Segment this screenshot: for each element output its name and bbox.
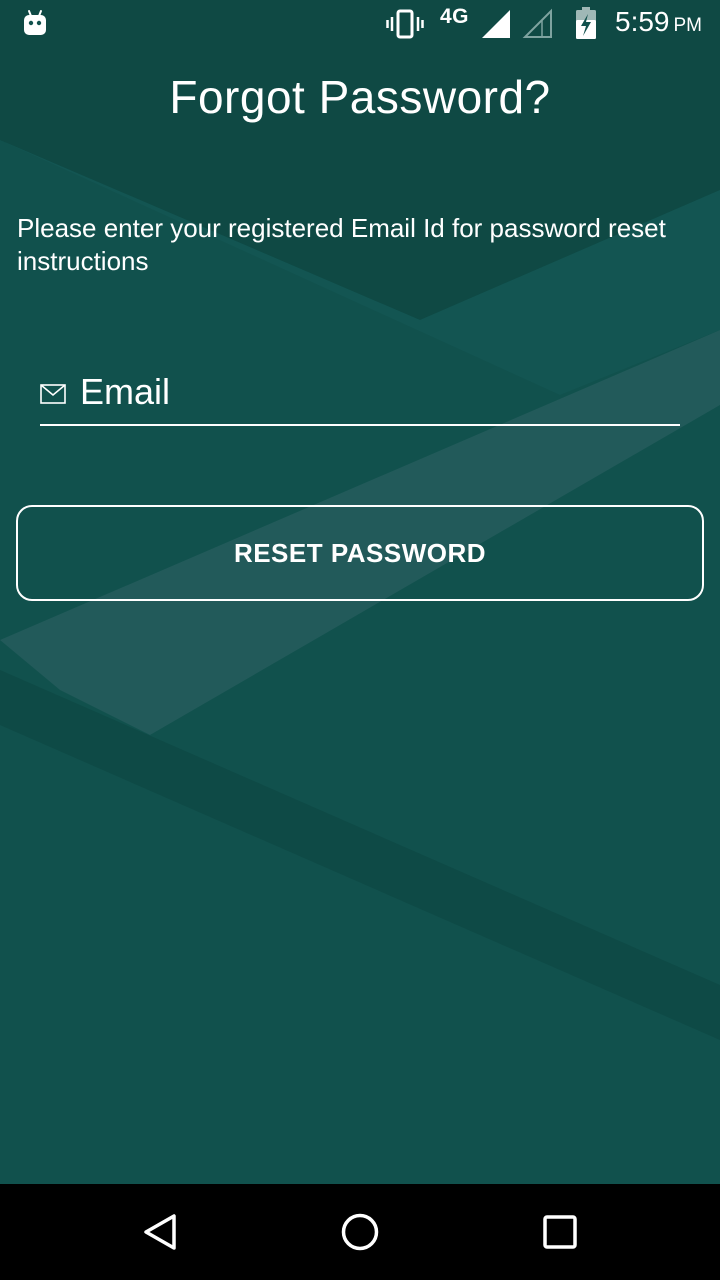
instruction-text: Please enter your registered Email Id fo… (17, 213, 666, 276)
battery-charging-icon (576, 7, 596, 39)
page-title: Forgot Password? (169, 71, 551, 123)
email-input[interactable] (80, 368, 670, 416)
screen: 4G 5:59 PM Forgot Password? Please enter … (0, 0, 720, 1280)
home-icon[interactable] (336, 1208, 384, 1256)
clock-time: 5:59 (615, 6, 670, 37)
navigation-bar (0, 1184, 720, 1280)
android-icon (24, 10, 46, 35)
reset-password-button[interactable]: RESET PASSWORD (16, 505, 704, 601)
email-icon (40, 384, 66, 404)
recents-icon[interactable] (536, 1208, 584, 1256)
back-icon[interactable] (136, 1208, 184, 1256)
signal-icon (482, 10, 510, 38)
network-type-label: 4G (440, 5, 470, 28)
signal-empty-icon (522, 8, 552, 38)
status-bar: 4G 5:59 PM (0, 0, 720, 48)
clock-ampm: PM (673, 15, 703, 36)
clock: 5:59 PM (615, 6, 702, 38)
email-field[interactable] (40, 362, 680, 426)
vibrate-icon (386, 9, 424, 39)
